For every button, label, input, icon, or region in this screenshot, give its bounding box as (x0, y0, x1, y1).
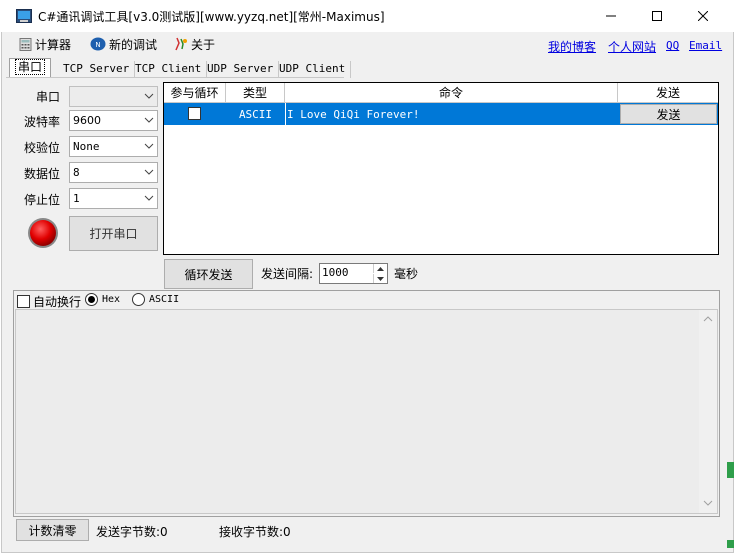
menu-new-debug-label: 新的调试 (109, 37, 158, 52)
maximize-button[interactable] (634, 0, 680, 32)
link-website[interactable]: 个人网站 (608, 38, 656, 55)
tab-tcp-server[interactable]: TCP Server (58, 61, 136, 78)
background-window-edge (727, 462, 734, 478)
menu-calculator-label: 计算器 (35, 37, 72, 52)
interval-value: 1000 (322, 266, 349, 279)
menu-new-debug[interactable]: N 新的调试 (90, 35, 157, 53)
header-type: 类型 (226, 83, 285, 103)
menu-about-label: 关于 (191, 37, 216, 52)
link-email[interactable]: Email (689, 39, 722, 52)
baud-select[interactable]: 9600 (69, 110, 158, 131)
minimize-button[interactable] (588, 0, 634, 32)
port-label: 串口 (35, 90, 60, 104)
chevron-down-icon (144, 143, 154, 149)
command-table: 参与循环 类型 命令 发送 ASCII I Love QiQi Forever!… (163, 82, 719, 255)
tab-tcp-client[interactable]: TCP Client (130, 61, 208, 78)
header-loop: 参与循环 (164, 83, 226, 103)
parity-select[interactable]: None (69, 136, 158, 157)
recv-bytes: 接收字节数:0 (219, 525, 291, 539)
receive-textarea[interactable] (15, 309, 718, 514)
app-icon (16, 9, 32, 23)
chevron-down-icon (144, 169, 154, 175)
row-type: ASCII (238, 107, 273, 121)
stepper-up[interactable] (373, 264, 387, 273)
new-debug-icon: N (90, 37, 106, 51)
sent-bytes: 发送字节数:0 (96, 525, 168, 539)
chevron-down-icon (144, 195, 154, 201)
cycle-send-button[interactable]: 循环发送 (164, 259, 253, 289)
menu-about[interactable]: 关于 (174, 35, 215, 53)
chevron-down-icon (377, 276, 384, 281)
menu-calculator[interactable]: 计算器 (19, 35, 71, 53)
databits-label: 数据位 (23, 167, 60, 181)
stopbits-select[interactable]: 1 (69, 188, 158, 209)
svg-text:N: N (95, 41, 100, 49)
tab-serial[interactable]: 串口 (9, 58, 52, 78)
chevron-down-icon (703, 500, 713, 506)
interval-unit: 毫秒 (394, 267, 419, 281)
tab-underline (6, 77, 344, 78)
reset-count-button[interactable]: 计数清零 (16, 519, 89, 541)
auto-wrap-checkbox[interactable]: 自动换行 (17, 293, 81, 310)
about-icon (175, 37, 187, 51)
databits-select[interactable]: 8 (69, 162, 158, 183)
tab-udp-server[interactable]: UDP Server (202, 61, 280, 78)
receive-scrollbar[interactable] (699, 310, 717, 513)
minimize-icon (606, 15, 616, 17)
stopbits-label: 停止位 (23, 193, 60, 207)
background-window-edge (727, 540, 734, 548)
loop-checkbox[interactable] (188, 107, 201, 120)
calculator-icon (19, 37, 32, 51)
ascii-radio[interactable]: ASCII (132, 293, 179, 306)
chevron-down-icon (144, 93, 154, 99)
window-title: C#通讯调试工具[v3.0测试版][www.yyzq.net][常州-Maxim… (38, 10, 385, 24)
hex-radio[interactable]: Hex (85, 293, 120, 306)
maximize-icon (652, 11, 662, 21)
chevron-up-icon (703, 316, 713, 322)
row-send-button[interactable]: 发送 (620, 104, 717, 124)
port-select[interactable] (69, 86, 158, 107)
chevron-down-icon (144, 117, 154, 123)
open-port-button[interactable]: 打开串口 (69, 216, 158, 251)
close-button[interactable] (680, 0, 726, 32)
link-blog[interactable]: 我的博客 (548, 38, 596, 55)
title-bar: C#通讯调试工具[v3.0测试版][www.yyzq.net][常州-Maxim… (0, 0, 734, 32)
interval-stepper[interactable]: 1000 (319, 263, 388, 284)
baud-label: 波特率 (23, 115, 60, 129)
cell-divider (285, 103, 286, 125)
tab-udp-client[interactable]: UDP Client (274, 61, 352, 78)
stepper-down[interactable] (373, 274, 387, 283)
header-send: 发送 (618, 83, 718, 103)
header-command: 命令 (285, 83, 618, 103)
parity-label: 校验位 (23, 141, 60, 155)
chevron-up-icon (377, 266, 384, 271)
status-led-icon (28, 218, 58, 248)
row-command[interactable]: I Love QiQi Forever! (287, 103, 419, 125)
interval-label: 发送间隔: (261, 267, 314, 281)
link-qq[interactable]: QQ (666, 39, 679, 52)
close-icon (698, 11, 708, 21)
